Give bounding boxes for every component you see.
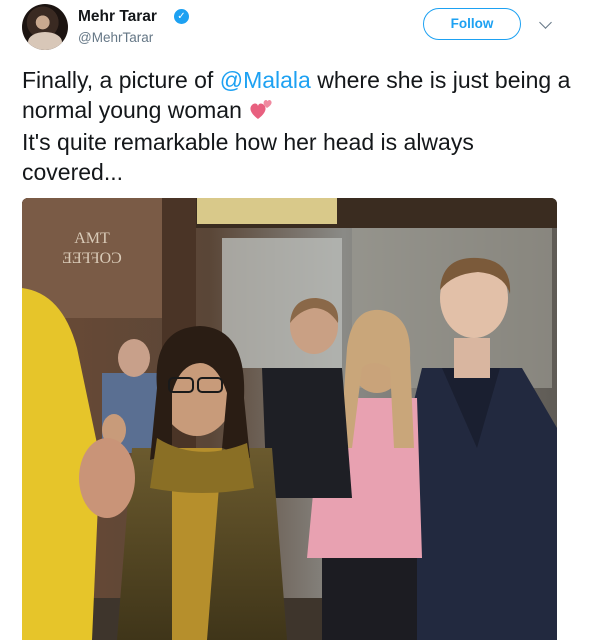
avatar[interactable]: [22, 4, 68, 50]
user-handle[interactable]: @MehrTarar: [78, 30, 153, 45]
chevron-down-icon[interactable]: [539, 16, 552, 29]
sign-text-line1: AMT: [74, 230, 110, 247]
tweet-photo[interactable]: AMT COFFEE: [22, 198, 557, 640]
verified-badge-icon: ✓: [174, 9, 189, 24]
tweet-header: Mehr Tarar ✓ @MehrTarar Follow: [0, 0, 595, 56]
display-name[interactable]: Mehr Tarar: [78, 8, 157, 26]
follow-button[interactable]: Follow: [423, 8, 521, 40]
mention-link[interactable]: @Malala: [220, 67, 311, 93]
revolving-hearts-emoji-icon: [248, 97, 274, 129]
tweet-text-part1: Finally, a picture of: [22, 67, 220, 93]
tweet-text-line2: It's quite remarkable how her head is al…: [22, 129, 474, 185]
sign-text-line2: COFFEE: [62, 250, 122, 267]
tweet-text: Finally, a picture of @Malala where she …: [22, 66, 577, 187]
